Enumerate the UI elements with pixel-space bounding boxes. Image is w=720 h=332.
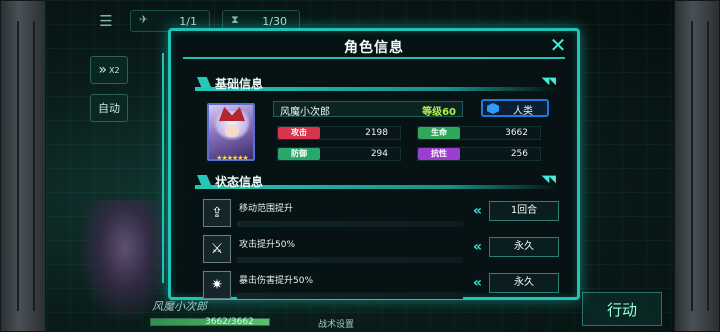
- character-info-dialog: 角色信息 ✕ 基础信息 ◥◥ ★★★★★★ 风魔小次郎 等级60 人类 攻击 2…: [162, 28, 580, 301]
- section-deco: [197, 175, 211, 185]
- stat-label: 生命: [418, 127, 460, 139]
- crit-up-icon: ✷: [203, 271, 231, 299]
- star-rating: ★★★★★★: [216, 154, 249, 162]
- bottom-hp-text: 3662/3662: [205, 317, 254, 327]
- status-row: ⇪ 移动范围提升 « 1回合: [203, 199, 559, 229]
- stat-value: 3662: [505, 128, 528, 138]
- speed-label: X2: [109, 65, 120, 75]
- stat-defense: 防御 294: [277, 147, 401, 161]
- right-frame-rail: [674, 0, 720, 332]
- character-level: 等级60: [422, 107, 456, 118]
- battle-screen: ☰ ✈ 1/1 ⧗ 1/30 » X2 自动 风魔小次郎 3662/3662 战…: [0, 0, 720, 332]
- hourglass-icon: ⧗: [231, 13, 239, 26]
- dialog-header: 角色信息 ✕: [183, 34, 566, 59]
- auto-label: 自动: [98, 102, 120, 115]
- stat-label: 防御: [278, 148, 320, 160]
- wing-icon: ✈: [139, 13, 149, 26]
- stat-hp: 生命 3662: [417, 126, 541, 140]
- status-divider: [237, 293, 463, 299]
- action-button[interactable]: 行动: [582, 292, 662, 326]
- portrait-face: [225, 125, 239, 137]
- stat-value: 2198: [365, 128, 388, 138]
- status-divider: [237, 257, 463, 263]
- race-badge: 人类: [481, 99, 549, 117]
- stat-attack: 攻击 2198: [277, 126, 401, 140]
- time-counter-text: 1/30: [262, 14, 287, 28]
- stat-label: 抗性: [418, 148, 460, 160]
- status-duration: 1回合: [489, 201, 559, 221]
- status-info-section-header: 状态信息 ◥◥: [195, 174, 559, 189]
- character-portrait: [207, 103, 255, 161]
- stat-resistance: 抗性 256: [417, 147, 541, 161]
- race-label: 人类: [513, 106, 533, 117]
- sword-up-icon: ⚔: [203, 235, 231, 263]
- race-hex-icon: [487, 103, 499, 114]
- tactics-label[interactable]: 战术设置: [318, 317, 354, 330]
- status-duration: 永久: [489, 273, 559, 293]
- double-arrow-left-icon: «: [473, 203, 482, 219]
- double-chevron-icon: ◥◥: [541, 174, 556, 185]
- status-description: 移动范围提升: [239, 204, 294, 214]
- status-description: 暴击伤害提升50%: [239, 276, 314, 286]
- bottom-character-name: 风魔小次郎: [152, 300, 207, 313]
- stat-value: 294: [370, 149, 388, 159]
- left-frame-rail: [0, 0, 46, 332]
- basic-info-section-header: 基础信息 ◥◥: [195, 76, 559, 91]
- basic-info-title: 基础信息: [215, 77, 264, 91]
- stat-value: 256: [510, 149, 528, 159]
- status-row: ✷ 暴击伤害提升50% « 永久: [203, 271, 559, 301]
- speed-button[interactable]: » X2: [90, 56, 128, 84]
- section-deco: [197, 77, 211, 87]
- close-icon[interactable]: ✕: [547, 34, 569, 56]
- status-duration: 永久: [489, 237, 559, 257]
- status-divider: [237, 221, 463, 227]
- auto-button[interactable]: 自动: [90, 94, 128, 122]
- move-up-icon: ⇪: [203, 199, 231, 227]
- double-arrow-left-icon: «: [473, 275, 482, 291]
- menu-icon[interactable]: ☰: [96, 12, 116, 30]
- status-description: 攻击提升50%: [239, 240, 296, 250]
- turn-counter-text: 1/1: [179, 14, 197, 28]
- dialog-title: 角色信息: [344, 40, 404, 56]
- stat-label: 攻击: [278, 127, 320, 139]
- character-name: 风魔小次郎: [280, 107, 330, 118]
- name-level-row: 风魔小次郎 等级60: [273, 101, 463, 118]
- status-row: ⚔ 攻击提升50% « 永久: [203, 235, 559, 265]
- double-arrow-left-icon: «: [473, 239, 482, 255]
- action-label: 行动: [606, 300, 637, 319]
- fast-forward-icon: »: [98, 62, 107, 78]
- double-chevron-icon: ◥◥: [541, 76, 556, 87]
- status-info-title: 状态信息: [215, 175, 264, 189]
